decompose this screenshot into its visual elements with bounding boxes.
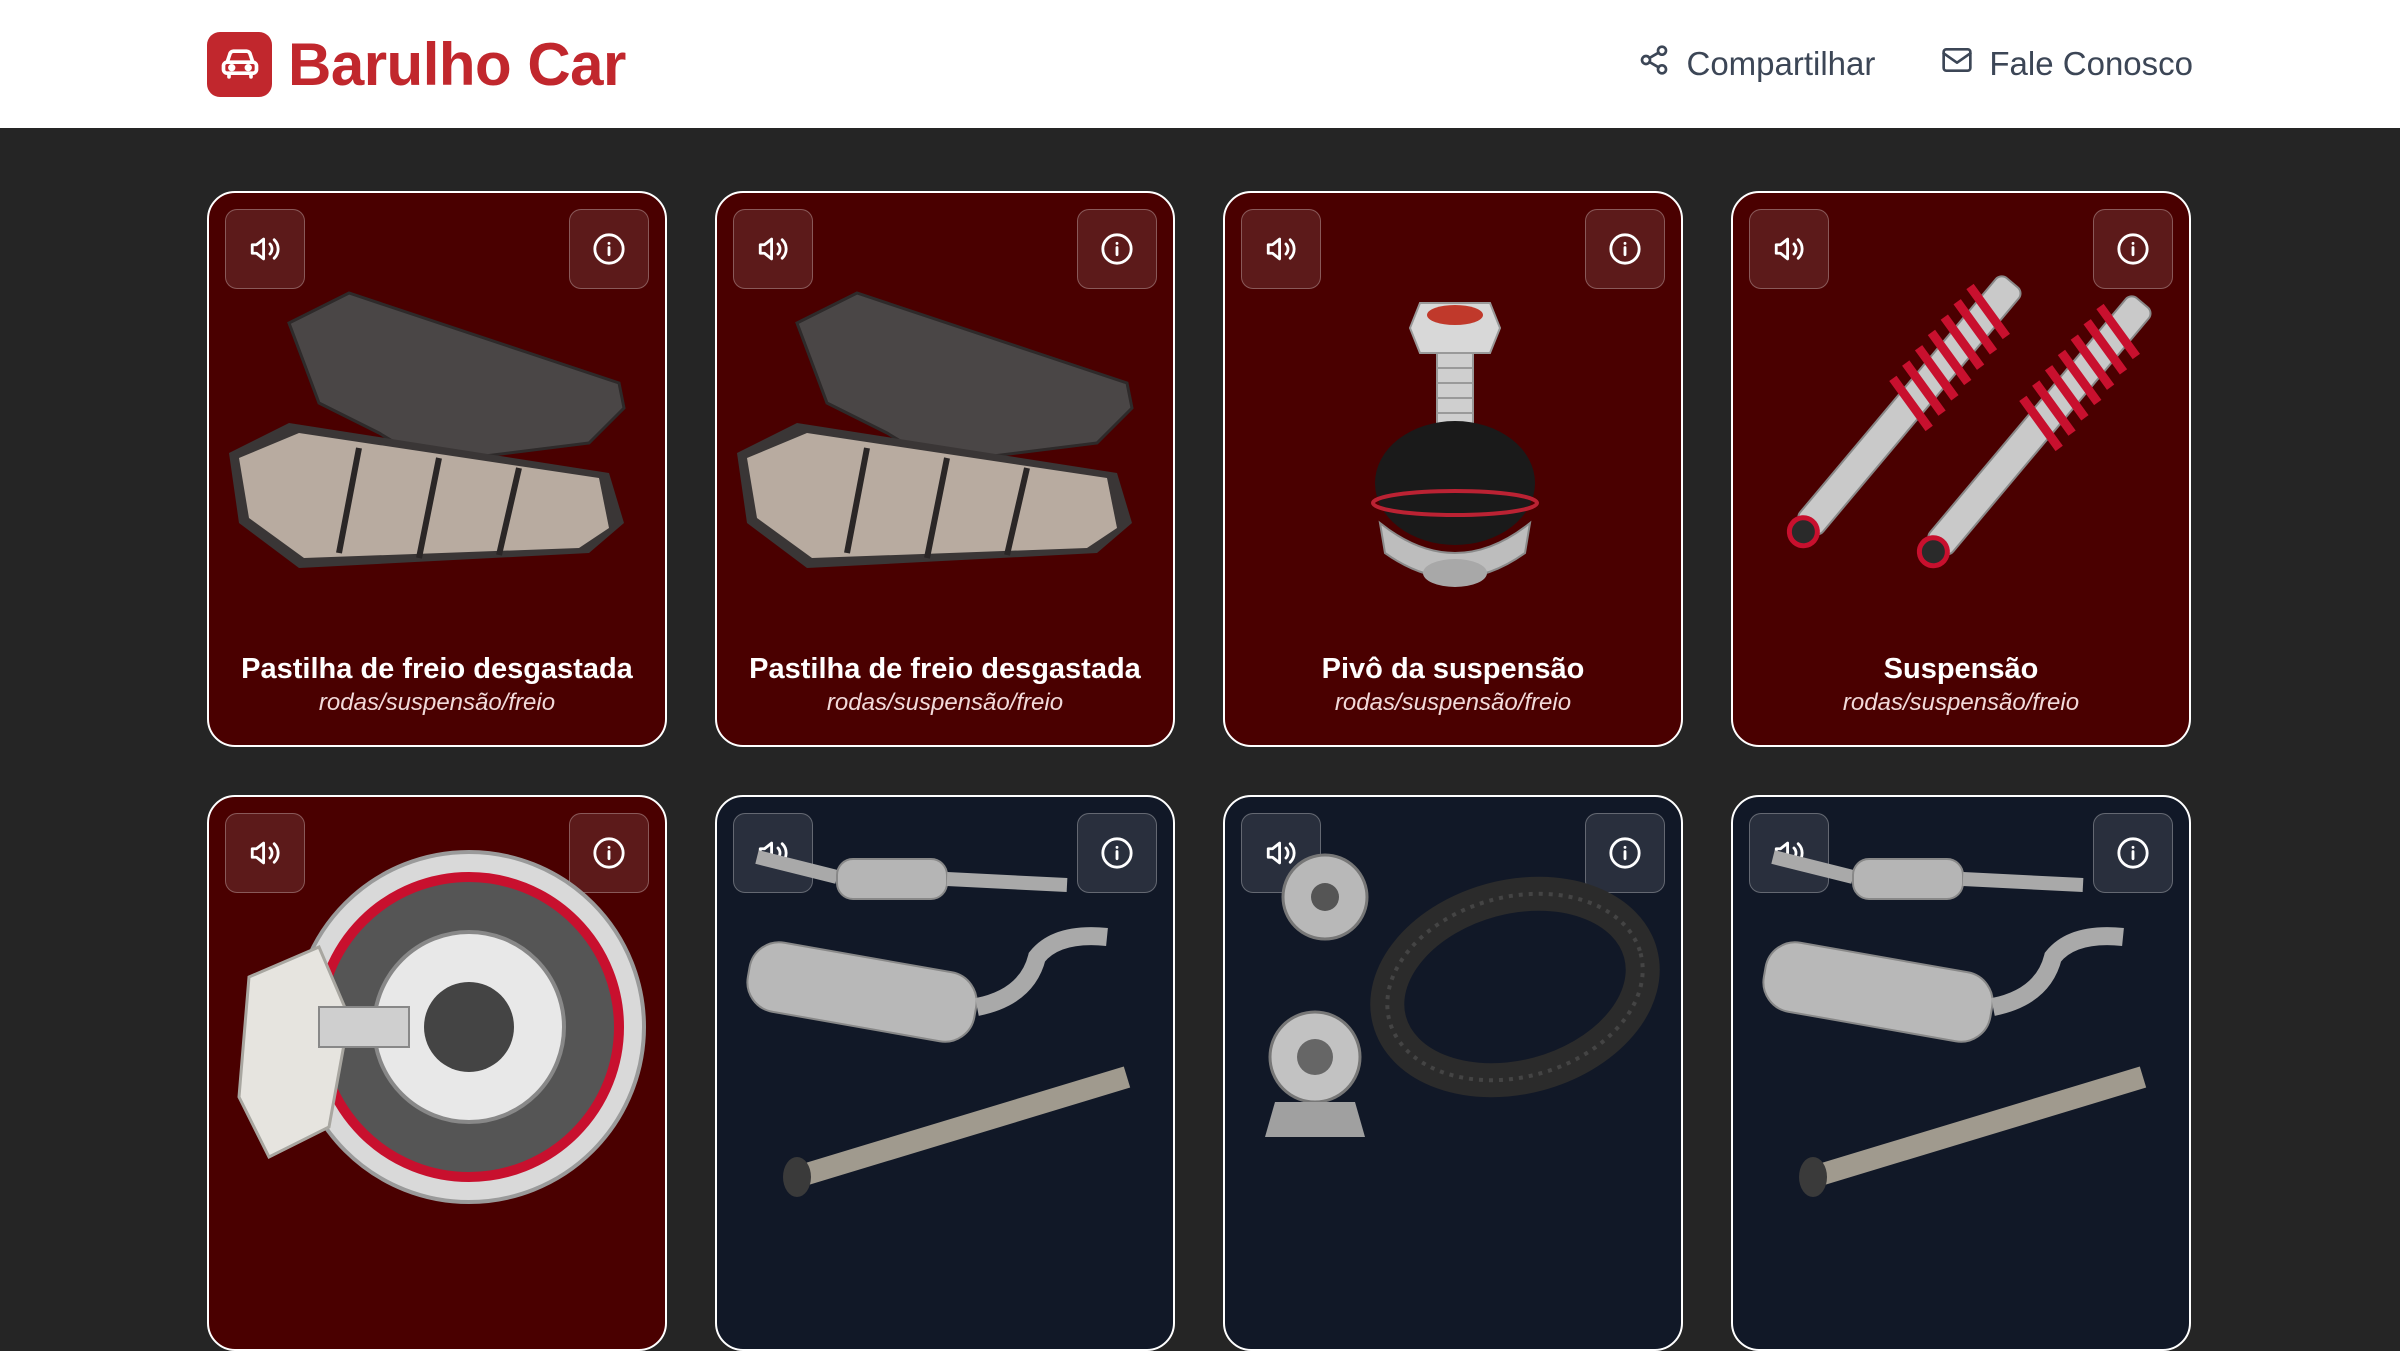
card-subtitle: rodas/suspensão/freio <box>1842 689 2080 716</box>
sound-card[interactable]: Pivô da suspensão rodas/suspensão/freio <box>1223 191 1683 747</box>
sound-card[interactable]: Suspensão rodas/suspensão/freio <box>1731 191 2191 747</box>
card-title: Pivô da suspensão <box>1321 653 1585 685</box>
exhaust-system-image <box>746 850 1131 1197</box>
card-title: Pastilha de freio desgastada <box>749 653 1141 685</box>
shock-absorbers-image <box>1786 275 2152 569</box>
timing-belt-kit-image <box>1265 853 1660 1137</box>
top-header: Barulho Car Compartilhar Fale Conosco <box>0 0 2400 128</box>
car-icon <box>207 31 272 97</box>
sound-card[interactable]: Pastilha de freio desgastada rodas/suspe… <box>715 191 1175 747</box>
card-subtitle: rodas/suspensão/freio <box>1334 689 1572 716</box>
card-subtitle: rodas/suspensão/freio <box>318 689 556 716</box>
header-nav: Compartilhar Fale Conosco <box>1638 44 2193 84</box>
card-title: Suspensão <box>1883 653 2039 685</box>
card-title: Pastilha de freio desgastada <box>241 653 633 685</box>
contact-button[interactable]: Fale Conosco <box>1941 44 2193 84</box>
drum-brake-image <box>237 850 646 1204</box>
sound-card[interactable] <box>207 795 667 1351</box>
share-icon <box>1638 44 1670 84</box>
brand-name: Barulho Car <box>288 30 626 98</box>
share-button[interactable]: Compartilhar <box>1638 44 1875 84</box>
brand[interactable]: Barulho Car <box>207 30 626 99</box>
sound-card[interactable] <box>1223 795 1683 1351</box>
card-grid: Pastilha de freio desgastada rodas/suspe… <box>207 191 2191 1351</box>
card-subtitle: rodas/suspensão/freio <box>826 689 1064 716</box>
sound-card[interactable] <box>1731 795 2191 1351</box>
brake-pads-image <box>737 291 1134 568</box>
mail-icon <box>1941 44 1973 84</box>
contact-label: Fale Conosco <box>1989 45 2193 82</box>
brake-pads-image <box>229 291 626 568</box>
share-label: Compartilhar <box>1686 45 1876 82</box>
exhaust-system-image <box>1762 850 2147 1197</box>
ball-joint-image <box>1371 302 1539 587</box>
sound-card[interactable] <box>715 795 1175 1351</box>
sound-card[interactable]: Pastilha de freio desgastada rodas/suspe… <box>207 191 667 747</box>
